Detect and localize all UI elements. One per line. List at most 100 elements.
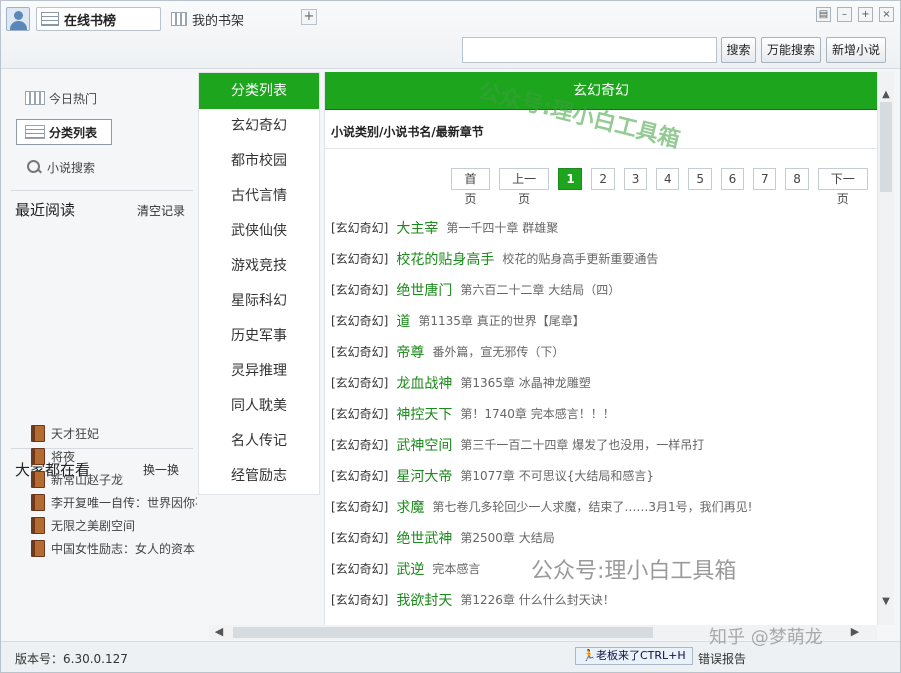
list-item[interactable]: 天才狂妃 (31, 422, 197, 445)
error-report-link[interactable]: 错误报告 (698, 650, 746, 667)
latest-chapter-link[interactable]: 第七卷几多轮回少一人求魔，结束了……3月1号，我们再见! (432, 498, 752, 515)
latest-chapter-link[interactable]: 第六百二十二章 大结局（四） (460, 281, 620, 298)
main-content: 玄幻奇幻 小说类别/小说书名/最新章节 首页 上一页 1 2 3 4 5 6 7… (324, 72, 877, 625)
nav-novel-search[interactable]: 小说搜索 (15, 154, 95, 180)
search-button[interactable]: 搜索 (721, 37, 756, 63)
novel-title-link[interactable]: 道 (396, 311, 410, 331)
add-novel-button[interactable]: 新增小说 (826, 37, 886, 63)
latest-chapter-link[interactable]: 第1226章 什么什么封天诀！ (460, 591, 614, 608)
latest-chapter-link[interactable]: 番外篇，宣无邪传（下） (432, 343, 564, 360)
scroll-down-icon[interactable]: ▼ (881, 597, 891, 607)
latest-chapter-link[interactable]: 完本感言 (432, 560, 480, 577)
latest-chapter-link[interactable]: 第！1740章 完本感言！！！ (460, 405, 614, 422)
page-button[interactable]: 8 (785, 168, 809, 190)
category-item[interactable]: 都市校园 (199, 144, 319, 179)
scroll-thumb[interactable] (233, 627, 653, 638)
latest-chapter-link[interactable]: 校花的贴身高手更新重要通告 (502, 250, 658, 267)
novel-title-link[interactable]: 我欲封天 (396, 590, 452, 610)
search-input[interactable] (462, 37, 717, 63)
latest-chapter-link[interactable]: 第三千一百二十四章 爆发了也没用，一样吊打 (460, 436, 704, 453)
boss-key-button[interactable]: 🏃 老板来了CTRL+H (575, 647, 693, 665)
page-button[interactable]: 6 (720, 168, 744, 190)
novel-title-link[interactable]: 绝世武神 (396, 528, 452, 548)
close-button[interactable]: × (879, 7, 894, 22)
novel-title-link[interactable]: 绝世唐门 (396, 280, 452, 300)
nav-label: 今日热门 (49, 91, 98, 106)
book-title: 中国女性励志：女人的资本 (51, 542, 196, 556)
page-button-current[interactable]: 1 (558, 168, 583, 190)
novel-title-link[interactable]: 帝尊 (396, 342, 424, 362)
next-page-button[interactable]: 下一页 (817, 168, 869, 206)
novel-title-link[interactable]: 求魔 (396, 497, 424, 517)
category-header: 分类列表 (199, 73, 319, 109)
row-category: [玄幻奇幻] (331, 562, 389, 576)
app-window: 在线书榜 我的书架 + ▤ – + × 搜索 万能搜索 新增小说 今日热门 分类… (0, 0, 901, 673)
latest-chapter-link[interactable]: 第1365章 冰晶神龙雕塑 (460, 374, 590, 391)
book-title: 天才狂妃 (51, 427, 100, 441)
row-category: [玄幻奇幻] (331, 407, 389, 421)
novel-title-link[interactable]: 武神空间 (396, 435, 452, 455)
bookshelf-icon (171, 12, 187, 26)
tab-my-bookshelf[interactable]: 我的书架 (167, 7, 287, 31)
nav-today-hot[interactable]: 今日热门 (25, 85, 97, 111)
book-title: 将夜 (51, 450, 76, 464)
universal-search-button[interactable]: 万能搜索 (761, 37, 821, 63)
nav-category-list[interactable]: 分类列表 (16, 119, 112, 145)
category-item[interactable]: 名人传记 (199, 424, 319, 459)
maximize-button[interactable]: + (858, 7, 873, 22)
novel-list: [玄幻奇幻] 大主宰 第一千四十章 群雄聚 [玄幻奇幻] 校花的贴身高手 校花的贴身高手… (331, 212, 871, 615)
latest-chapter-link[interactable]: 第一千四十章 群雄聚 (446, 219, 558, 236)
novel-title-link[interactable]: 龙血战神 (396, 373, 452, 393)
horizontal-scrollbar[interactable]: ◀ ▶ (209, 625, 877, 640)
page-button[interactable]: 3 (623, 168, 648, 190)
list-item[interactable]: 无限之美剧空间 (31, 514, 197, 537)
scroll-thumb[interactable] (880, 102, 892, 192)
category-item[interactable]: 经管励志 (199, 459, 319, 494)
tab-label: 在线书榜 (64, 13, 117, 29)
category-item[interactable]: 同人耽美 (199, 389, 319, 424)
novel-title-link[interactable]: 大主宰 (396, 218, 438, 238)
list-item[interactable]: 中国女性励志：女人的资本 (31, 537, 197, 560)
table-row: [玄幻奇幻] 道第1135章 真正的世界【尾章】 (331, 305, 871, 336)
add-tab-button[interactable]: + (301, 9, 317, 25)
menu-window-button[interactable]: ▤ (816, 7, 831, 22)
novel-title-link[interactable]: 校花的贴身高手 (396, 249, 494, 269)
first-page-button[interactable]: 首页 (451, 168, 490, 206)
novel-title-link[interactable]: 星河大帝 (396, 466, 452, 486)
user-avatar-icon[interactable] (6, 7, 30, 31)
vertical-scrollbar[interactable]: ▲ ▼ (877, 72, 894, 625)
category-item[interactable]: 灵异推理 (199, 354, 319, 389)
category-item[interactable]: 古代言情 (199, 179, 319, 214)
prev-page-button[interactable]: 上一页 (498, 168, 550, 206)
scroll-up-icon[interactable]: ▲ (881, 90, 891, 100)
clear-history-link[interactable]: 清空记录 (137, 202, 185, 219)
latest-chapter-link[interactable]: 第1077章 不可思议{大结局和感言} (460, 467, 654, 484)
category-item[interactable]: 历史军事 (199, 319, 319, 354)
row-category: [玄幻奇幻] (331, 500, 389, 514)
scroll-right-icon[interactable]: ▶ (849, 626, 861, 638)
page-button[interactable]: 4 (656, 168, 680, 190)
category-item[interactable]: 游戏竞技 (199, 249, 319, 284)
page-button[interactable]: 7 (752, 168, 777, 190)
breadcrumb: 小说类别/小说书名/最新章节 (331, 125, 484, 139)
category-item[interactable]: 星际科幻 (199, 284, 319, 319)
row-category: [玄幻奇幻] (331, 283, 389, 297)
page-button[interactable]: 2 (591, 168, 615, 190)
latest-chapter-link[interactable]: 第2500章 大结局 (460, 529, 554, 546)
category-item[interactable]: 武侠仙侠 (199, 214, 319, 249)
page-button[interactable]: 5 (688, 168, 712, 190)
list-item[interactable]: 将夜 (31, 445, 197, 468)
tab-online-rankings[interactable]: 在线书榜 (36, 7, 161, 31)
row-category: [玄幻奇幻] (331, 345, 389, 359)
latest-chapter-link[interactable]: 第1135章 真正的世界【尾章】 (418, 312, 584, 329)
list-item[interactable]: 新常山赵子龙 (31, 468, 197, 491)
list-item[interactable]: 李开复唯一自传：世界因你不 (31, 491, 197, 514)
scroll-left-icon[interactable]: ◀ (213, 626, 225, 638)
novel-title-link[interactable]: 神控天下 (396, 404, 452, 424)
recent-reading-title: 最近阅读 (15, 201, 76, 219)
minimize-button[interactable]: – (837, 7, 852, 22)
category-item[interactable]: 玄幻奇幻 (199, 109, 319, 144)
table-row: [玄幻奇幻] 龙血战神 第1365章 冰晶神龙雕塑 (331, 367, 871, 398)
boss-key-label: 老板来了CTRL+H (596, 649, 686, 662)
novel-title-link[interactable]: 武逆 (396, 559, 424, 579)
